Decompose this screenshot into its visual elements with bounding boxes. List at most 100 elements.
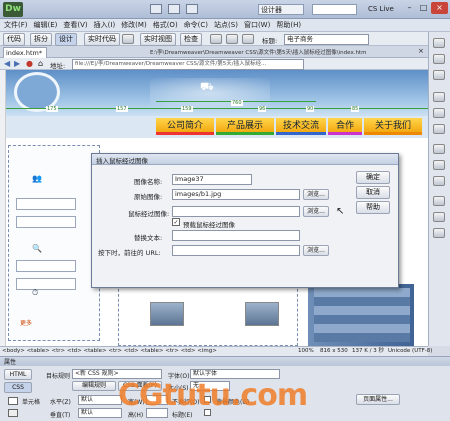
login-input-1[interactable] <box>16 198 76 210</box>
address-bar: ◀ ▶ ● ⌂ 地址: file:///E|/李/Dreamweaver/Dre… <box>0 58 428 70</box>
image-name-field[interactable]: Image37 <box>172 174 252 185</box>
sidebar-panel <box>8 145 100 341</box>
horz-label: 水平(Z) <box>50 399 71 406</box>
zoom-level[interactable]: 100% <box>298 347 314 356</box>
ok-button[interactable]: 确定 <box>356 171 390 184</box>
databases-icon[interactable] <box>433 196 445 206</box>
maximize-button[interactable]: □ <box>417 2 430 14</box>
nav-item-cooperation[interactable]: 合作 <box>328 118 362 135</box>
layout-icon[interactable] <box>150 4 162 14</box>
tag-selector[interactable]: <body> <table> <tr> <td> <table> <tr> <t… <box>2 347 217 356</box>
site-nav: 公司简介 产品展示 技术交流 合作 关于我们 <box>6 116 428 138</box>
panel-strip <box>428 32 450 346</box>
history-icon[interactable] <box>433 176 445 186</box>
close-tab-icon[interactable]: × <box>418 47 424 55</box>
browse-link-button[interactable]: 浏览... <box>303 245 329 256</box>
server-behaviors-icon[interactable] <box>433 228 445 238</box>
assets-icon[interactable] <box>433 108 445 118</box>
menu-edit[interactable]: 编辑(E) <box>34 19 58 31</box>
visual-aids-icon[interactable] <box>242 34 254 44</box>
target-rule-label: 目标规则 <box>46 373 71 380</box>
edit-rule-button[interactable]: 编辑规则 <box>72 381 116 391</box>
globe-icon[interactable] <box>210 34 222 44</box>
warning-icon[interactable] <box>122 34 134 44</box>
snippets-icon[interactable] <box>433 124 445 134</box>
cancel-button[interactable]: 取消 <box>356 186 390 199</box>
dialog-title-bar: 插入鼠标经过图像 <box>92 154 398 165</box>
original-image-field[interactable]: images/b1.jpg <box>172 189 300 200</box>
live-code-button[interactable]: 实时代码 <box>84 33 120 46</box>
tab-index[interactable]: index.htm* <box>3 47 47 58</box>
nav-item-contact[interactable]: 关于我们 <box>364 118 422 135</box>
window-size[interactable]: 816 x 530 <box>320 347 348 356</box>
menu-modify[interactable]: 修改(M) <box>121 19 147 31</box>
dreamweaver-logo: Dw <box>3 2 23 17</box>
close-button[interactable]: × <box>431 2 448 14</box>
tag-inspector-icon[interactable] <box>433 160 445 170</box>
menu-file[interactable]: 文件(F) <box>4 19 28 31</box>
product-thumb-2[interactable] <box>245 302 279 326</box>
browse-original-button[interactable]: 浏览... <box>303 189 329 200</box>
menu-help[interactable]: 帮助(H) <box>276 19 301 31</box>
alt-text-field[interactable] <box>172 230 300 241</box>
files-icon[interactable] <box>433 92 445 102</box>
address-field[interactable]: file:///E|/李/Dreamweaver/Dreamweaver CSS… <box>72 59 304 70</box>
behaviors-icon[interactable] <box>433 144 445 154</box>
split-view-button[interactable]: 拆分 <box>30 33 52 46</box>
vert-select[interactable]: 默认 <box>78 408 122 418</box>
design-view-button[interactable]: 设计 <box>55 33 77 46</box>
insert-panel-icon[interactable] <box>433 38 445 48</box>
site-icon[interactable] <box>186 4 198 14</box>
search-input[interactable] <box>312 4 357 15</box>
nav-item-tech[interactable]: 技术交流 <box>276 118 326 135</box>
page-properties-button[interactable]: 页面属性... <box>356 394 400 405</box>
rollover-image-label: 鼠标经过图像: <box>128 210 170 218</box>
css-mode-button[interactable]: CSS <box>4 382 32 393</box>
nav-item-products[interactable]: 产品展示 <box>216 118 274 135</box>
extend-icon[interactable] <box>168 4 180 14</box>
link-url-field[interactable] <box>172 245 300 256</box>
workspace-switcher[interactable]: 设计器 <box>258 4 304 15</box>
rollover-image-field[interactable] <box>172 206 300 217</box>
encoding: Unicode (UTF-8) <box>388 348 433 354</box>
code-view-button[interactable]: 代码 <box>3 33 25 46</box>
product-thumb-1[interactable] <box>150 302 184 326</box>
bindings-icon[interactable] <box>433 212 445 222</box>
menu-site[interactable]: 站点(S) <box>214 19 238 31</box>
page-title-field[interactable]: 电子商务 <box>284 34 369 45</box>
more-link[interactable]: 更多 <box>20 318 32 327</box>
menu-insert[interactable]: 插入(I) <box>94 19 116 31</box>
sidebar-search-input[interactable] <box>16 260 76 272</box>
html-mode-button[interactable]: HTML <box>4 369 32 380</box>
stop-icon[interactable]: ● <box>26 59 33 68</box>
nav-item-about[interactable]: 公司简介 <box>156 118 214 135</box>
download-weight: 137 K / 3 秒 <box>352 348 384 354</box>
cell-label: 单元格 <box>22 399 41 406</box>
file-path-text: E:\李\Dreamweaver\Dreamweaver CSS\源文件\第5天… <box>150 50 367 56</box>
menu-format[interactable]: 格式(O) <box>153 19 178 31</box>
live-view-button[interactable]: 实时视图 <box>140 33 176 46</box>
menu-window[interactable]: 窗口(W) <box>244 19 270 31</box>
horz-select[interactable]: 默认 <box>78 395 122 405</box>
cart-icon: ⛟ <box>200 80 214 93</box>
sidebar-search-input-2[interactable] <box>16 278 76 290</box>
cslive-label[interactable]: CS Live <box>368 5 394 13</box>
preload-checkbox[interactable]: ✓ <box>172 218 180 226</box>
login-input-2[interactable] <box>16 216 76 228</box>
ap-elements-icon[interactable] <box>433 70 445 80</box>
alt-text-label: 替换文本: <box>134 234 163 242</box>
browse-rollover-button[interactable]: 浏览... <box>303 206 329 217</box>
help-button[interactable]: 帮助 <box>356 201 390 214</box>
css-styles-icon[interactable] <box>433 54 445 64</box>
merge-cells-icon[interactable] <box>8 409 18 417</box>
back-icon[interactable]: ◀ <box>4 59 10 68</box>
forward-icon[interactable]: ▶ <box>14 59 20 68</box>
refresh-icon[interactable] <box>226 34 238 44</box>
minimize-button[interactable]: – <box>403 2 416 14</box>
watermark-text: CGtutu.com <box>118 378 308 413</box>
inspect-button[interactable]: 检查 <box>180 33 202 46</box>
menu-view[interactable]: 查看(V) <box>63 19 87 31</box>
home-icon[interactable]: ⌂ <box>38 59 43 68</box>
menu-commands[interactable]: 命令(C) <box>184 19 208 31</box>
title-bar: Dw 设计器 CS Live – □ × <box>0 0 450 19</box>
